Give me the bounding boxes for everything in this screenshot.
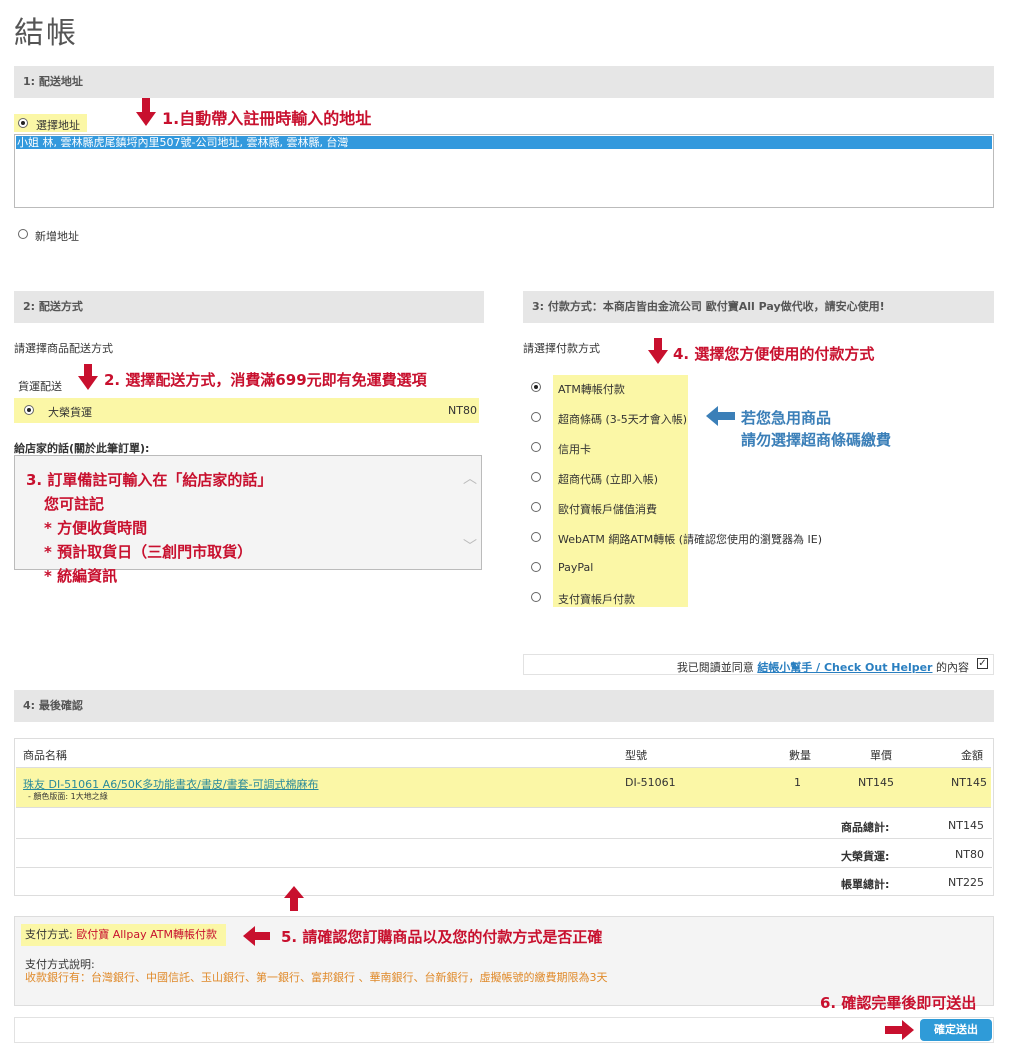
agree-suffix: 的內容 [936,661,969,674]
payment-desc-value: 收款銀行有：台灣銀行、中國信託、玉山銀行、第一銀行、富邦銀行 、華南銀行、台新銀… [25,971,608,984]
arrow-down-icon [136,98,156,126]
annotation-blue: 若您急用商品 請勿選擇超商條碼繳費 [741,407,891,451]
payment-radio[interactable] [531,412,541,422]
grand-total-value: NT225 [948,876,984,889]
table-row: 珠友 DI-51061 A6/50K多功能書衣/書皮/書套-可調式棉麻布 - 顏… [16,767,991,808]
col-header-qty: 數量 [789,749,811,762]
payment-radio[interactable] [531,382,541,392]
payment-option-label: 超商條碼 (3-5天才會入帳) [558,413,688,426]
product-option: - 顏色版面: 1大地之綠 [28,792,108,801]
payment-option-label: ATM轉帳付款 [558,383,625,396]
product-amount: NT145 [951,776,987,789]
annotation-1: 1.自動帶入註冊時輸入的地址 [162,109,372,128]
annotation-4: 4. 選擇您方便使用的付款方式 [673,345,875,363]
payment-option-label: 支付寶帳戶付款 [558,593,635,606]
payment-method-label: 支付方式: [25,928,73,941]
payment-option-label: 信用卡 [558,443,591,456]
payment-method-value: 歐付寶 Allpay ATM轉帳付款 [76,928,217,941]
arrow-down-icon [78,364,98,390]
order-table: 商品名稱 型號 數量 單價 金額 珠友 DI-51061 A6/50K多功能書衣… [14,738,994,896]
shipping-method-prompt: 請選擇商品配送方式 [14,342,113,355]
subtotal-row: 商品總計: NT145 [16,810,992,839]
grand-total-label: 帳單總計: [841,878,890,891]
col-header-name: 商品名稱 [23,749,67,762]
agree-box: 我已閱讀並同意 結帳小幫手 / Check Out Helper 的內容 ✓ [523,654,994,675]
arrow-left-icon [706,406,735,426]
arrow-right-icon [885,1020,914,1040]
shipping-option-label: 大榮貨運 [48,406,92,419]
product-qty: 1 [794,776,801,789]
payment-radio[interactable] [531,562,541,572]
agree-text: 我已閱讀並同意 結帳小幫手 / Check Out Helper 的內容 [677,659,969,675]
shipping-fee-value: NT80 [955,848,984,861]
payment-radio[interactable] [531,502,541,512]
shipping-option-radio[interactable] [24,405,34,415]
new-address-radio[interactable] [18,229,28,239]
shipping-method-header: 2: 配送方式 [14,291,484,323]
annotation-3-line: * 方便收貨時間 [44,519,148,537]
payment-option-label: 超商代碼 (立即入帳) [558,473,659,486]
annotation-3: 3. 訂單備註可輸入在「給店家的話」 您可註記 * 方便收貨時間 * 預計取貨日… [26,468,272,588]
payment-radio[interactable] [531,472,541,482]
agree-prefix: 我已閱讀並同意 [676,661,754,674]
annotation-blue-line: 若您急用商品 [741,409,832,427]
annotation-3-line: * 預計取貨日（三創門市取貨） [44,543,253,561]
arrow-up-icon [284,886,304,911]
payment-method-prompt: 請選擇付款方式 [523,342,600,355]
annotation-6: 6. 確認完畢後即可送出 [820,994,977,1012]
subtotal-value: NT145 [948,819,984,832]
annotation-5: 5. 請確認您訂購商品以及您的付款方式是否正確 [281,928,603,946]
final-confirm-header: 4: 最後確認 [14,690,994,722]
scroll-down-icon[interactable]: ﹀ [463,536,477,556]
grand-total-row: 帳單總計: NT225 [16,868,992,896]
subtotal-label: 商品總計: [841,821,890,834]
col-header-total: 金額 [961,749,983,762]
payment-option-label: PayPal [558,561,594,574]
product-unit-price: NT145 [858,776,894,789]
col-header-model: 型號 [625,749,647,762]
payment-radio[interactable] [531,592,541,602]
select-address-option[interactable]: 選擇地址 [14,114,87,132]
shipping-row: 大榮貨運: NT80 [16,839,992,868]
shipping-option-price: NT80 [448,404,477,417]
payment-method-summary: 支付方式: 歐付寶 Allpay ATM轉帳付款 [21,924,226,946]
product-model: DI-51061 [625,776,676,789]
select-address-radio[interactable] [18,118,28,128]
shipping-address-header: 1: 配送地址 [14,66,994,98]
page-title: 結帳 [14,16,78,51]
annotation-3-line: 您可註記 [44,495,105,513]
product-name-link[interactable]: 珠友 DI-51061 A6/50K多功能書衣/書皮/書套-可調式棉麻布 [23,776,319,792]
payment-option-label: WebATM 網路ATM轉帳 (請確認您使用的瀏覽器為 IE) [558,533,823,546]
col-header-unit: 單價 [870,749,892,762]
payment-option-label: 歐付寶帳戶儲值消費 [558,503,657,516]
shipping-group-label: 貨運配送 [18,380,62,393]
address-listbox[interactable]: 小姐 林, 雲林縣虎尾鎮埒內里507號-公司地址, 雲林縣, 雲林縣, 台灣 [14,134,994,208]
annotation-2: 2. 選擇配送方式，消費滿699元即有免運費選項 [104,371,427,389]
message-label: 給店家的話(關於此筆訂單): [14,442,150,455]
confirm-submit-button[interactable]: 確定送出 [920,1019,992,1041]
checkout-helper-link[interactable]: 結帳小幫手 / Check Out Helper [757,661,932,674]
arrow-down-icon [648,338,668,364]
shipping-fee-label: 大榮貨運: [841,850,890,863]
address-list-item-selected[interactable]: 小姐 林, 雲林縣虎尾鎮埒內里507號-公司地址, 雲林縣, 雲林縣, 台灣 [16,136,992,149]
select-address-label: 選擇地址 [36,119,80,132]
shipping-option-row[interactable]: 大榮貨運 NT80 [14,398,479,423]
new-address-label: 新增地址 [35,230,79,243]
payment-method-header: 3: 付款方式：本商店皆由金流公司 歐付寶All Pay做代收，請安心使用! [523,291,994,323]
annotation-blue-line: 請勿選擇超商條碼繳費 [741,431,892,449]
agree-checkbox[interactable]: ✓ [977,658,988,669]
payment-radio[interactable] [531,532,541,542]
annotation-3-line: * 統編資訊 [44,567,118,585]
payment-radio[interactable] [531,442,541,452]
annotation-3-line: 3. 訂單備註可輸入在「給店家的話」 [26,471,273,489]
submit-bar [14,1017,994,1043]
arrow-left-icon [243,926,270,946]
scroll-up-icon[interactable]: ︿ [463,468,477,488]
